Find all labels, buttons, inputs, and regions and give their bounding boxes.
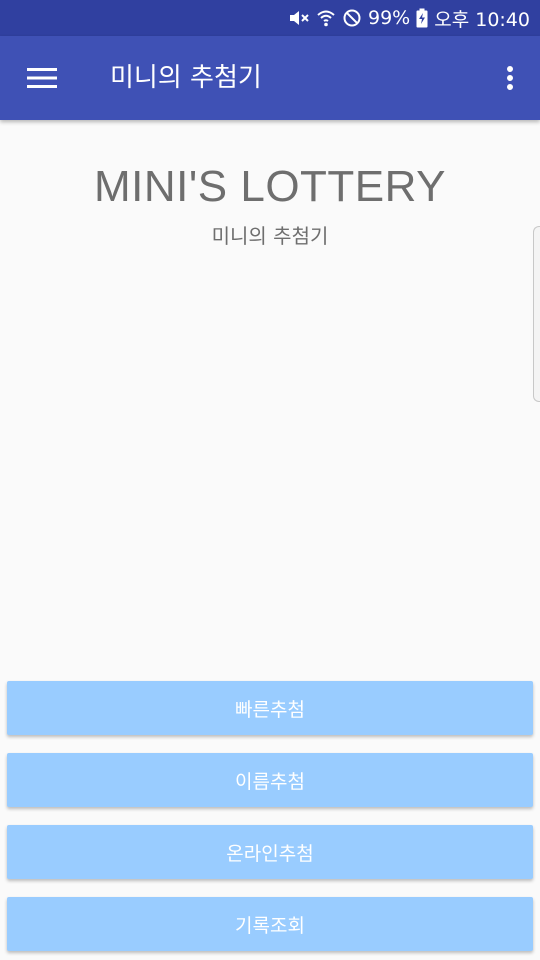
- quick-draw-button[interactable]: 빠른추첨: [7, 681, 533, 735]
- status-time: 오후 10:40: [434, 8, 530, 31]
- hamburger-menu-icon[interactable]: [22, 62, 62, 94]
- battery-percent: 99%: [368, 7, 411, 29]
- edge-panel-handle[interactable]: [533, 226, 540, 402]
- app-bar: 미니의 추첨기: [0, 36, 540, 120]
- main-title: MINI'S LOTTERY: [94, 162, 446, 211]
- mute-icon: [288, 8, 310, 28]
- main-subtitle: 미니의 추첨기: [211, 224, 329, 248]
- wifi-icon: [316, 8, 336, 28]
- name-draw-button[interactable]: 이름추첨: [7, 753, 533, 807]
- block-icon: [342, 8, 362, 28]
- status-bar: 99% 오후 10:40: [0, 0, 540, 36]
- history-button[interactable]: 기록조회: [7, 897, 533, 951]
- app-title: 미니의 추첨기: [110, 63, 262, 93]
- battery-charging-icon: [416, 8, 428, 28]
- online-draw-button[interactable]: 온라인추첨: [7, 825, 533, 879]
- overflow-menu-icon[interactable]: [498, 62, 522, 94]
- main-content: MINI'S LOTTERY 미니의 추첨기 빠른추첨 이름추첨 온라인추첨 기…: [0, 120, 540, 960]
